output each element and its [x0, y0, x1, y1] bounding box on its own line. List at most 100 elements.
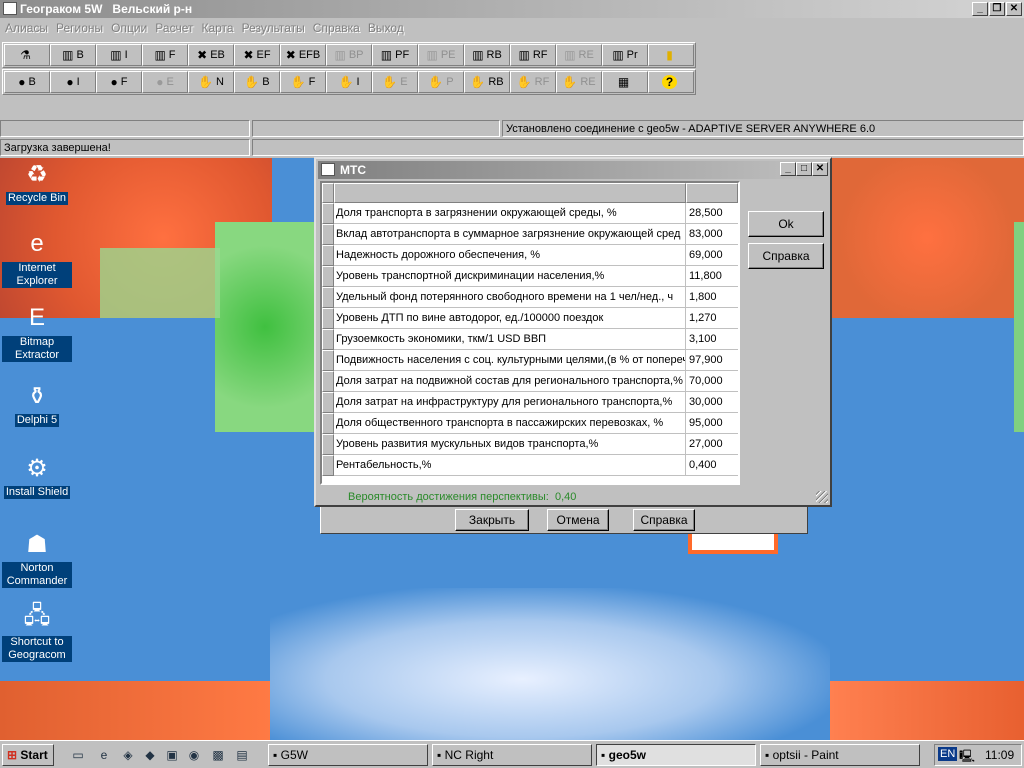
toolbar2-button-12[interactable]: ✋ RE — [556, 71, 602, 93]
task-paint[interactable]: ▪ optsii - Paint — [760, 744, 920, 766]
grid-row[interactable]: Надежность дорожного обеспечения, % 69,00… — [322, 245, 738, 266]
desktop-icon-4[interactable]: ⚙ Install Shield — [2, 452, 72, 499]
menu-item-5[interactable]: Результаты — [237, 18, 308, 35]
toolbar1-button-13[interactable]: ▥ Pr — [602, 44, 648, 66]
toolbar2-button-6[interactable]: ✋ F — [280, 71, 326, 93]
indicator-value[interactable]: 27,000 — [686, 434, 738, 455]
start-button[interactable]: ⊞ Start — [2, 744, 54, 766]
grid-row[interactable]: Подвижность населения с соц. культурными… — [322, 350, 738, 371]
toolbar1-button-12[interactable]: ▥ RE — [556, 44, 602, 66]
quick-launch-icon-4[interactable]: ◆ — [142, 747, 158, 763]
toolbar2-button-1[interactable]: ● I — [50, 71, 96, 93]
toolbar1-button-4[interactable]: ✖ EB — [188, 44, 234, 66]
indicator-value[interactable]: 95,000 — [686, 413, 738, 434]
quick-launch-icon-3[interactable]: ◈ — [120, 747, 136, 763]
row-indicator[interactable] — [322, 434, 334, 455]
grid-row[interactable]: Уровень транспортной дискриминации насел… — [322, 266, 738, 287]
toolbar1-button-9[interactable]: ▥ PE — [418, 44, 464, 66]
row-indicator[interactable] — [322, 308, 334, 329]
quick-launch-icon-8[interactable]: ▤ — [234, 747, 250, 763]
indicator-value[interactable]: 28,500 — [686, 203, 738, 224]
indicator-value[interactable]: 83,000 — [686, 224, 738, 245]
menu-item-1[interactable]: Регионы — [51, 18, 106, 35]
menu-item-2[interactable]: Опции — [106, 18, 150, 35]
toolbar2-button-9[interactable]: ✋ P — [418, 71, 464, 93]
desktop-icon-6[interactable]: 🖧 Shortcut to Geogracom — [2, 602, 72, 662]
grid-row[interactable]: Доля затрат на подвижной состав для реги… — [322, 371, 738, 392]
toolbar1-button-3[interactable]: ▥ F — [142, 44, 188, 66]
task-nc-right[interactable]: ▪ NC Right — [432, 744, 592, 766]
toolbar1-button-14[interactable]: ▮ — [648, 44, 694, 66]
minimize-button[interactable]: _ — [972, 2, 988, 16]
cancel-button[interactable]: Отмена — [547, 509, 609, 531]
internet-explorer-quick-icon[interactable]: e — [96, 747, 112, 763]
toolbar1-button-0[interactable]: ⚗ — [4, 44, 50, 66]
restore-button[interactable]: ❐ — [989, 2, 1005, 16]
row-indicator[interactable] — [322, 329, 334, 350]
toolbar2-button-3[interactable]: ● E — [142, 71, 188, 93]
task-g5w[interactable]: ▪ G5W — [268, 744, 428, 766]
menu-item-7[interactable]: Выход — [363, 18, 407, 35]
row-indicator[interactable] — [322, 413, 334, 434]
row-indicator[interactable] — [322, 371, 334, 392]
indicator-value[interactable]: 11,800 — [686, 266, 738, 287]
toolbar2-button-8[interactable]: ✋ E — [372, 71, 418, 93]
desktop-icon-0[interactable]: ♻ Recycle Bin — [2, 158, 72, 205]
quick-launch-icon-7[interactable]: ▩ — [210, 747, 226, 763]
dialog-minimize-button[interactable]: _ — [780, 162, 796, 176]
toolbar2-button-14[interactable]: ? — [648, 71, 694, 93]
indicator-value[interactable]: 0,400 — [686, 455, 738, 476]
toolbar2-button-0[interactable]: ● B — [4, 71, 50, 93]
toolbar2-button-10[interactable]: ✋ RB — [464, 71, 510, 93]
toolbar2-button-2[interactable]: ● F — [96, 71, 142, 93]
indicator-value[interactable]: 97,900 — [686, 350, 738, 371]
toolbar2-button-11[interactable]: ✋ RF — [510, 71, 556, 93]
close-dialog-button[interactable]: Закрыть — [455, 509, 529, 531]
toolbar2-button-5[interactable]: ✋ B — [234, 71, 280, 93]
row-indicator[interactable] — [322, 224, 334, 245]
desktop-icon-5[interactable]: ☗ Norton Commander — [2, 528, 72, 588]
toolbar1-button-6[interactable]: ✖ EFB — [280, 44, 326, 66]
toolbar2-button-4[interactable]: ✋ N — [188, 71, 234, 93]
show-desktop-icon[interactable]: ▭ — [70, 747, 86, 763]
row-indicator[interactable] — [322, 287, 334, 308]
indicator-value[interactable]: 1,800 — [686, 287, 738, 308]
grid-row[interactable]: Уровень ДТП по вине автодорог, ед./10000… — [322, 308, 738, 329]
indicator-value[interactable]: 1,270 — [686, 308, 738, 329]
task-geo5w[interactable]: ▪ geo5w — [596, 744, 756, 766]
grid-row[interactable]: Уровень развития мускульных видов трансп… — [322, 434, 738, 455]
resize-grip[interactable] — [816, 491, 828, 503]
indicator-value[interactable]: 70,000 — [686, 371, 738, 392]
row-indicator[interactable] — [322, 392, 334, 413]
row-indicator[interactable] — [322, 455, 334, 476]
toolbar1-button-7[interactable]: ▥ BP — [326, 44, 372, 66]
row-indicator[interactable] — [322, 350, 334, 371]
toolbar1-button-11[interactable]: ▥ RF — [510, 44, 556, 66]
indicator-value[interactable]: 30,000 — [686, 392, 738, 413]
ok-button[interactable]: Ok — [748, 211, 824, 237]
toolbar2-button-13[interactable]: ▦ — [602, 71, 648, 93]
menu-item-3[interactable]: Расчет — [150, 18, 196, 35]
back-help-button[interactable]: Справка — [633, 509, 695, 531]
toolbar1-button-10[interactable]: ▥ RB — [464, 44, 510, 66]
row-indicator[interactable] — [322, 266, 334, 287]
indicator-value[interactable]: 3,100 — [686, 329, 738, 350]
menu-item-6[interactable]: Справка — [308, 18, 363, 35]
toolbar1-button-2[interactable]: ▥ I — [96, 44, 142, 66]
desktop-icon-2[interactable]: E Bitmap Extractor — [2, 302, 72, 362]
desktop-icon-1[interactable]: e Internet Explorer — [2, 228, 72, 288]
toolbar1-button-8[interactable]: ▥ PF — [372, 44, 418, 66]
grid-row[interactable]: Доля затрат на инфраструктуру для регион… — [322, 392, 738, 413]
grid-row[interactable]: Вклад автотранспорта в суммарное загрязн… — [322, 224, 738, 245]
menu-item-0[interactable]: Алиасы — [0, 18, 51, 35]
quick-launch-icon-5[interactable]: ▣ — [164, 747, 180, 763]
row-indicator[interactable] — [322, 245, 334, 266]
toolbar2-button-7[interactable]: ✋ I — [326, 71, 372, 93]
help-button[interactable]: Справка — [748, 243, 824, 269]
toolbar1-button-5[interactable]: ✖ EF — [234, 44, 280, 66]
dialog-maximize-button[interactable]: □ — [796, 162, 812, 176]
menu-item-4[interactable]: Карта — [196, 18, 236, 35]
close-button[interactable]: ✕ — [1006, 2, 1022, 16]
grid-row[interactable]: Грузоемкость экономики, ткм/1 USD ВВП 3,1… — [322, 329, 738, 350]
grid-row[interactable]: Доля общественного транспорта в пассажир… — [322, 413, 738, 434]
